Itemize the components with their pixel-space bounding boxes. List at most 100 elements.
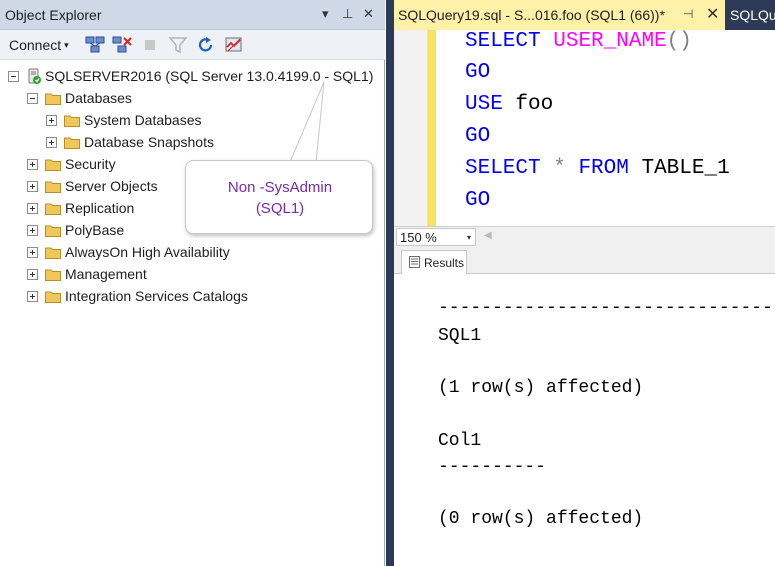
close-tab-icon[interactable]: ✕ (706, 4, 719, 24)
connect-dropdown-icon[interactable]: ▾ (64, 40, 69, 50)
tree-node-server-objects[interactable]: Server Objects (27, 177, 177, 197)
operator: () (666, 30, 692, 53)
keyword: FROM (578, 157, 629, 180)
tab-sqlquery19[interactable]: SQLQuery19.sql - S...016.foo (SQL1 (66))… (394, 0, 725, 30)
pin-tab-icon[interactable]: ⊣ (683, 7, 693, 21)
tree-node-label: Server Objects (65, 178, 158, 194)
folder-icon (45, 93, 61, 105)
object-explorer-title-bar: Object Explorer ▾ ⊥ ✕ (0, 0, 385, 30)
collapse-toggle-icon[interactable] (27, 93, 38, 104)
chevron-down-icon[interactable]: ▾ (467, 233, 471, 242)
expand-toggle-icon[interactable] (27, 225, 38, 236)
function-name: USER_NAME (553, 30, 667, 53)
results-tab-strip: Results (394, 246, 775, 275)
disconnect-icon[interactable] (112, 36, 132, 54)
code-line-1[interactable]: SELECT USER_NAME() (465, 30, 692, 53)
code-line-3[interactable]: USE foo (465, 93, 553, 116)
tab-results[interactable]: Results (401, 250, 467, 275)
callout-text: Non -SysAdmin (SQL1) (186, 177, 374, 219)
tree-node-label: Management (65, 266, 147, 282)
results-line: -------------------------------- (438, 298, 775, 318)
tree-node-label: System Databases (84, 112, 202, 128)
code-line-4[interactable]: GO (465, 125, 490, 148)
expand-toggle-icon[interactable] (27, 291, 38, 302)
keyword: GO (465, 189, 491, 212)
results-line: (1 row(s) affected) (438, 378, 644, 398)
object-explorer-toolbar: Connect ▾ (0, 30, 385, 60)
folder-icon (45, 247, 61, 259)
results-pane[interactable]: -------------------------------- SQL1 (1… (394, 274, 775, 566)
query-editor[interactable]: SELECT USER_NAME() GO USE foo GO SELECT … (394, 30, 775, 226)
expand-toggle-icon[interactable] (27, 203, 38, 214)
collapse-toggle-icon[interactable] (8, 71, 19, 82)
zoom-value: 150 % (400, 230, 437, 245)
document-tab-strip: SQLQuery19.sql - S...016.foo (SQL1 (66))… (394, 0, 775, 30)
auto-hide-pin-icon[interactable]: ⊥ (342, 6, 353, 22)
folder-icon (45, 291, 61, 303)
tree-node-management[interactable]: Management (27, 265, 177, 285)
activity-monitor-icon[interactable] (224, 36, 244, 54)
keyword: GO (465, 125, 491, 148)
tree-node-security[interactable]: Security (27, 155, 177, 175)
tab-label: SQLQu (730, 7, 775, 23)
refresh-icon[interactable] (196, 36, 216, 54)
folder-icon (64, 137, 80, 149)
tree-node-label: AlwaysOn High Availability (65, 244, 230, 260)
tree-node-label: Database Snapshots (84, 134, 214, 150)
zoom-select[interactable]: 150 % ▾ (396, 228, 476, 246)
expand-toggle-icon[interactable] (27, 247, 38, 258)
expand-toggle-icon[interactable] (46, 115, 57, 126)
expand-toggle-icon[interactable] (27, 269, 38, 280)
filter-icon[interactable] (168, 36, 188, 54)
tab-label: SQLQuery19.sql - S...016.foo (SQL1 (66))… (398, 7, 665, 23)
editor-gutter (394, 30, 428, 226)
folder-icon (45, 203, 61, 215)
folder-icon (64, 115, 80, 127)
tree-node-label: Databases (65, 90, 132, 106)
tree-node-polybase[interactable]: PolyBase (27, 221, 177, 241)
callout-line-1: Non -SysAdmin (227, 179, 333, 196)
keyword: SELECT (465, 30, 541, 53)
results-line: ---------- (438, 457, 547, 477)
expand-toggle-icon[interactable] (27, 181, 38, 192)
connect-label: Connect (9, 37, 62, 53)
document-area: SQLQuery19.sql - S...016.foo (SQL1 (66))… (386, 0, 775, 566)
tree-node-label: Replication (65, 200, 135, 216)
object-explorer-panel: Object Explorer ▾ ⊥ ✕ Connect ▾ SQLSERVE… (0, 0, 385, 566)
operator: * (553, 157, 566, 180)
stop-icon[interactable] (140, 36, 160, 54)
tree-node-alwayson-high-availability[interactable]: AlwaysOn High Availability (27, 243, 267, 263)
code-line-5[interactable]: SELECT * FROM TABLE_1 (465, 157, 730, 180)
code-line-6[interactable]: GO (465, 189, 490, 212)
tree-node-label: Security (65, 156, 116, 172)
expand-toggle-icon[interactable] (46, 137, 57, 148)
scroll-left-icon[interactable]: ◀ (484, 230, 492, 241)
close-panel-icon[interactable]: ✕ (363, 6, 374, 22)
callout-pointer (289, 81, 325, 163)
folder-icon (45, 181, 61, 193)
keyword: SELECT (465, 157, 541, 180)
code-line-2[interactable]: GO (465, 61, 490, 84)
server-connected-icon (28, 68, 41, 84)
tree-node-database-snapshots[interactable]: Database Snapshots (46, 133, 266, 153)
results-grid-icon (409, 256, 420, 268)
callout-line-2: (SQL1) (255, 200, 305, 217)
connect-button[interactable]: Connect ▾ (9, 37, 69, 53)
annotation-callout: Non -SysAdmin (SQL1) (185, 160, 373, 234)
connect-object-explorer-icon[interactable] (85, 36, 105, 54)
identifier: TABLE_1 (628, 157, 730, 180)
window-position-dropdown-icon[interactable]: ▾ (322, 6, 329, 22)
folder-icon (45, 159, 61, 171)
results-line: SQL1 (438, 326, 482, 346)
results-line: Col1 (438, 431, 482, 451)
tree-node-system-databases[interactable]: System Databases (46, 111, 266, 131)
tree-node-databases[interactable]: Databases (27, 89, 227, 109)
results-line: (0 row(s) affected) (438, 509, 644, 529)
folder-icon (45, 269, 61, 281)
tree-node-replication[interactable]: Replication (27, 199, 177, 219)
expand-toggle-icon[interactable] (27, 159, 38, 170)
tree-node-integration-services-catalogs[interactable]: Integration Services Catalogs (27, 287, 277, 307)
tree-node-label: Integration Services Catalogs (65, 288, 248, 304)
keyword: GO (465, 61, 491, 84)
tab-sqlquery-other[interactable]: SQLQu (728, 0, 775, 30)
